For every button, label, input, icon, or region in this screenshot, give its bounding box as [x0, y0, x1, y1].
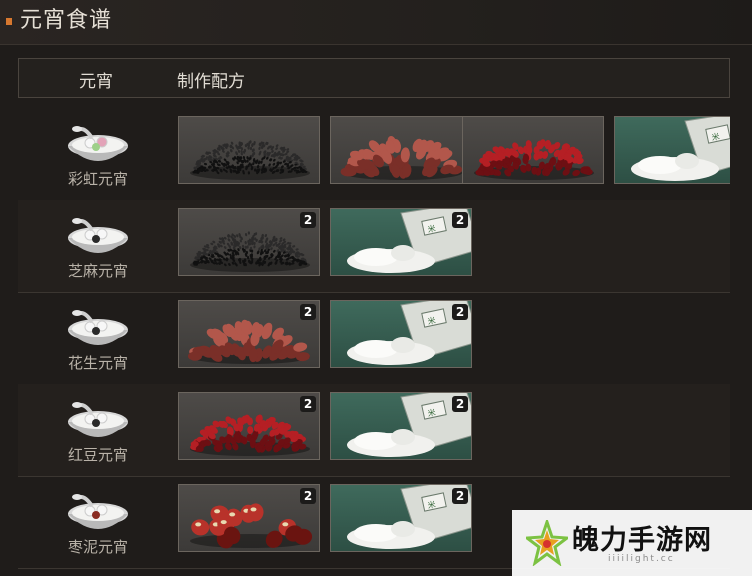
glutinous-rice-flour-ingredient-slot: 米2 [330, 392, 472, 460]
yuanxiao-bowl-icon [62, 392, 134, 442]
page-title: 元宵食谱 [20, 8, 113, 33]
table-header: 元宵 制作配方 [18, 58, 730, 98]
recipe-table: 元宵 制作配方 彩虹元宵米芝麻元宵 2 米 2 花生元宵 2 米 2 红豆元宵 2 米 2 枣泥元宵 2 米… [18, 58, 730, 576]
dish-name: 红豆元宵 [67, 446, 128, 464]
quantity-badge: 2 [300, 488, 316, 504]
yuanxiao-bowl-icon [62, 484, 134, 534]
glutinous-rice-flour-icon: 米 [347, 209, 471, 273]
red-beans-icon [190, 414, 310, 456]
black-sesame-ingredient-slot [178, 116, 320, 184]
red-beans-icon [474, 139, 594, 180]
peanuts-icon [188, 319, 310, 364]
black-sesame-icon [190, 231, 310, 272]
title-marker [6, 18, 12, 25]
yuanxiao-bowl-icon [62, 116, 134, 166]
peanuts-icon [340, 136, 463, 180]
yuanxiao-bowl-icon [62, 300, 134, 350]
dish-name: 花生元宵 [67, 354, 128, 372]
watermark-text: 魄力手游网 [572, 525, 712, 556]
quantity-badge: 2 [452, 488, 468, 504]
glutinous-rice-flour-icon: 米 [347, 301, 471, 365]
glutinous-rice-flour-ingredient-slot: 米2 [330, 208, 472, 276]
quantity-badge: 2 [452, 396, 468, 412]
peanuts-ingredient-slot: 2 [178, 300, 320, 368]
recipe-row: 红豆元宵 2 米 2 [18, 384, 730, 477]
quantity-badge: 2 [452, 212, 468, 228]
red-dates-icon [190, 503, 313, 549]
yuanxiao-bowl-icon [62, 208, 134, 258]
red-beans-ingredient-slot [462, 116, 604, 184]
column-header-dish: 元宵 [79, 72, 113, 92]
black-sesame-icon [190, 140, 310, 180]
dish-name: 芝麻元宵 [67, 262, 128, 280]
watermark: 魄力手游网 iiiilight.cc [512, 510, 752, 576]
dish-name: 枣泥元宵 [67, 538, 128, 556]
black-sesame-ingredient-slot: 2 [178, 208, 320, 276]
quantity-badge: 2 [300, 212, 316, 228]
page-header: 元宵食谱 [0, 0, 752, 45]
dish-name: 彩虹元宵 [67, 170, 128, 188]
red-dates-ingredient-slot: 2 [178, 484, 320, 552]
recipe-row: 彩虹元宵 米 [18, 108, 730, 201]
quantity-badge: 2 [300, 304, 316, 320]
quantity-badge: 2 [300, 396, 316, 412]
glutinous-rice-flour-ingredient-slot: 米2 [330, 300, 472, 368]
quantity-badge: 2 [452, 304, 468, 320]
peanuts-ingredient-slot [330, 116, 472, 184]
column-header-recipe: 制作配方 [177, 72, 245, 92]
watermark-logo-icon [526, 520, 568, 566]
red-beans-ingredient-slot: 2 [178, 392, 320, 460]
glutinous-rice-flour-icon: 米 [631, 117, 730, 181]
glutinous-rice-flour-icon: 米 [347, 485, 471, 549]
recipe-row: 芝麻元宵 2 米 2 [18, 200, 730, 293]
glutinous-rice-flour-ingredient-slot: 米 [614, 116, 730, 184]
watermark-site: iiiilight.cc [608, 554, 675, 564]
recipe-row: 花生元宵 2 米 2 [18, 292, 730, 385]
glutinous-rice-flour-ingredient-slot: 米2 [330, 484, 472, 552]
glutinous-rice-flour-icon: 米 [347, 393, 471, 457]
